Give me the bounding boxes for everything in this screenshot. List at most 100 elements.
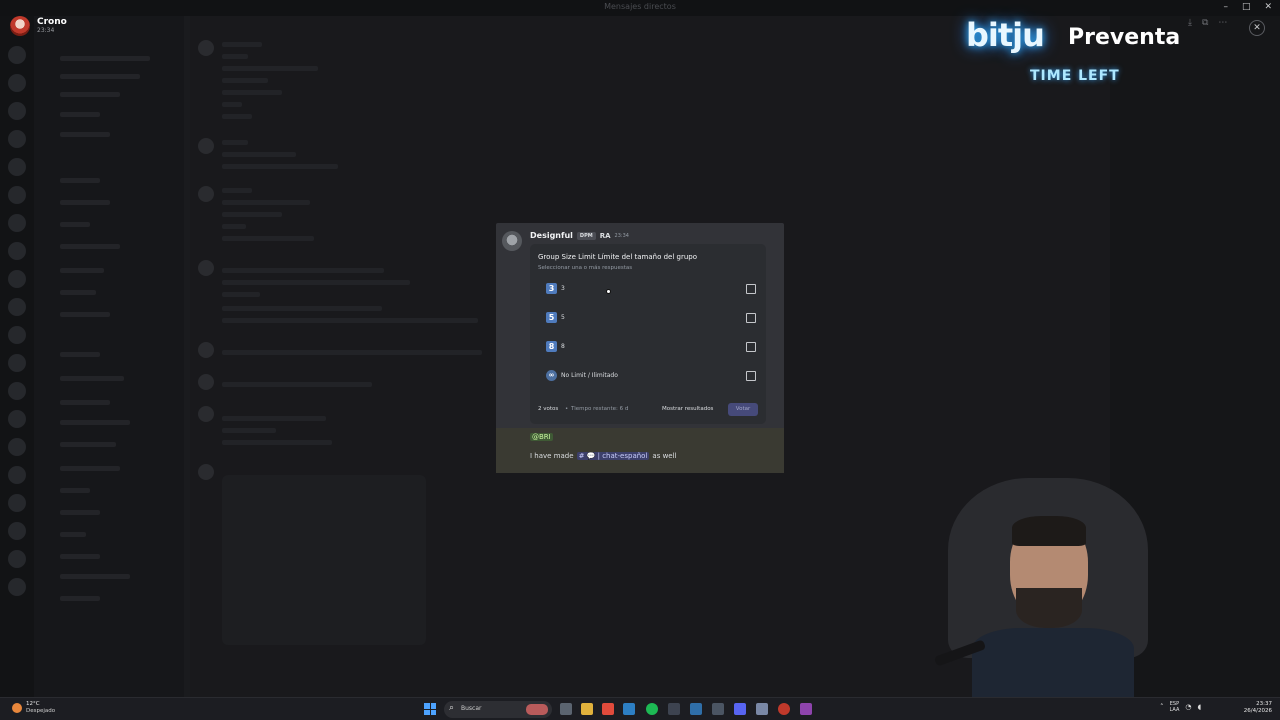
message-suffix: as well — [652, 452, 677, 460]
poll-option[interactable]: 8 8 — [538, 336, 760, 358]
windows-start-icon[interactable] — [424, 703, 436, 715]
dm-item[interactable] — [60, 596, 100, 601]
dm-item[interactable] — [60, 554, 100, 559]
close-icon[interactable]: ✕ — [1249, 20, 1265, 36]
server-icon[interactable] — [8, 578, 26, 596]
server-icon[interactable] — [8, 410, 26, 428]
current-user[interactable]: Crono 23:34 — [10, 16, 67, 36]
poll-option[interactable]: 5 5 — [538, 307, 760, 329]
server-icon[interactable] — [8, 438, 26, 456]
message-prefix: I have made — [530, 452, 574, 460]
poll-checkbox[interactable] — [746, 284, 756, 294]
more-icon[interactable]: ⋯ — [1218, 18, 1227, 28]
poll-checkbox[interactable] — [746, 371, 756, 381]
dm-item[interactable] — [60, 222, 90, 227]
server-icon[interactable] — [8, 326, 26, 344]
dm-item[interactable] — [60, 466, 120, 471]
dm-item[interactable] — [60, 200, 110, 205]
dm-item[interactable] — [60, 244, 120, 249]
dm-item[interactable] — [60, 290, 96, 295]
app-icon[interactable] — [690, 703, 702, 715]
chevron-up-icon[interactable]: ˄ — [1160, 703, 1164, 711]
close-icon[interactable]: ✕ — [1264, 2, 1272, 12]
author-name[interactable]: Designful — [530, 231, 573, 240]
dm-item[interactable] — [60, 74, 140, 79]
open-external-icon[interactable]: ⧉ — [1202, 18, 1208, 28]
app-icon[interactable] — [668, 703, 680, 715]
dm-item[interactable] — [60, 532, 86, 537]
obs-icon[interactable] — [778, 703, 790, 715]
server-icon[interactable] — [8, 270, 26, 288]
task-view-icon[interactable] — [560, 703, 572, 715]
server-icon[interactable] — [8, 130, 26, 148]
poll-checkbox[interactable] — [746, 313, 756, 323]
dm-item[interactable] — [60, 442, 116, 447]
dm-item[interactable] — [60, 312, 110, 317]
poll-option[interactable]: ∞ No Limit / Ilimitado — [538, 365, 760, 387]
infinity-icon: ∞ — [546, 370, 557, 381]
dm-item[interactable] — [60, 178, 100, 183]
clock-date: 26/4/2026 — [1243, 708, 1272, 714]
brave-browser-icon[interactable] — [602, 703, 614, 715]
dm-item[interactable] — [60, 92, 120, 97]
avatar[interactable] — [502, 231, 522, 251]
discord-icon[interactable] — [734, 703, 746, 715]
message-line — [222, 306, 382, 311]
message-card: Designful DPM RA 23:34 Group Size Limit … — [496, 223, 784, 473]
stream-overlay: bitju Preventa TIME LEFT — [962, 10, 1184, 90]
dm-item[interactable] — [60, 56, 150, 61]
dm-item[interactable] — [60, 352, 100, 357]
server-icon[interactable] — [8, 522, 26, 540]
server-icon[interactable] — [8, 298, 26, 316]
dm-item[interactable] — [60, 112, 100, 117]
weather-desc: Despejado — [26, 708, 56, 714]
server-icon[interactable] — [8, 354, 26, 372]
telegram-icon[interactable] — [623, 703, 635, 715]
server-icon[interactable] — [8, 46, 26, 64]
language-indicator[interactable]: ESP LAA — [1170, 701, 1180, 713]
channel-link[interactable]: # 💬 | chat-español — [576, 452, 650, 460]
app-icon[interactable] — [756, 703, 768, 715]
weather-widget[interactable]: 12°C Despejado — [12, 701, 55, 715]
server-icon[interactable] — [8, 466, 26, 484]
server-icon[interactable] — [8, 214, 26, 232]
volume-icon[interactable]: ◖ — [1198, 703, 1202, 711]
user-mention[interactable]: @BRI — [530, 433, 553, 441]
wifi-icon[interactable]: ◔ — [1185, 703, 1191, 711]
download-icon[interactable]: ⤓ — [1188, 18, 1192, 28]
avatar — [198, 342, 214, 358]
message-line — [222, 318, 478, 323]
server-icon[interactable] — [8, 494, 26, 512]
dm-item[interactable] — [60, 510, 100, 515]
poll-checkbox[interactable] — [746, 342, 756, 352]
dm-item[interactable] — [60, 420, 130, 425]
poll-option[interactable]: 3 3 — [538, 278, 760, 300]
server-icon[interactable] — [8, 102, 26, 120]
app-icon[interactable] — [800, 703, 812, 715]
file-explorer-icon[interactable] — [581, 703, 593, 715]
spotify-icon[interactable] — [646, 703, 658, 715]
avatar — [198, 406, 214, 422]
server-icon[interactable] — [8, 382, 26, 400]
dm-item[interactable] — [60, 268, 104, 273]
server-icon[interactable] — [8, 74, 26, 92]
maximize-icon[interactable]: □ — [1242, 2, 1251, 12]
message-text: I have made # 💬 | chat-español as well — [530, 452, 677, 460]
minimize-icon[interactable]: – — [1223, 2, 1228, 12]
app-icon[interactable] — [712, 703, 724, 715]
dm-item[interactable] — [60, 400, 110, 405]
clock[interactable]: 23:37 26/4/2026 — [1240, 701, 1272, 715]
message-line — [222, 54, 248, 59]
dm-item[interactable] — [60, 132, 110, 137]
time-remaining: Tiempo restante: 6 d — [571, 406, 629, 412]
server-icon[interactable] — [8, 158, 26, 176]
dm-item[interactable] — [60, 376, 124, 381]
server-icon[interactable] — [8, 550, 26, 568]
show-results-link[interactable]: Mostrar resultados — [662, 406, 713, 412]
server-icon[interactable] — [8, 242, 26, 260]
taskbar-search[interactable]: ⌕ Buscar — [444, 701, 552, 718]
server-icon[interactable] — [8, 186, 26, 204]
dm-item[interactable] — [60, 574, 130, 579]
vote-button[interactable]: Votar — [728, 403, 758, 416]
dm-item[interactable] — [60, 488, 90, 493]
